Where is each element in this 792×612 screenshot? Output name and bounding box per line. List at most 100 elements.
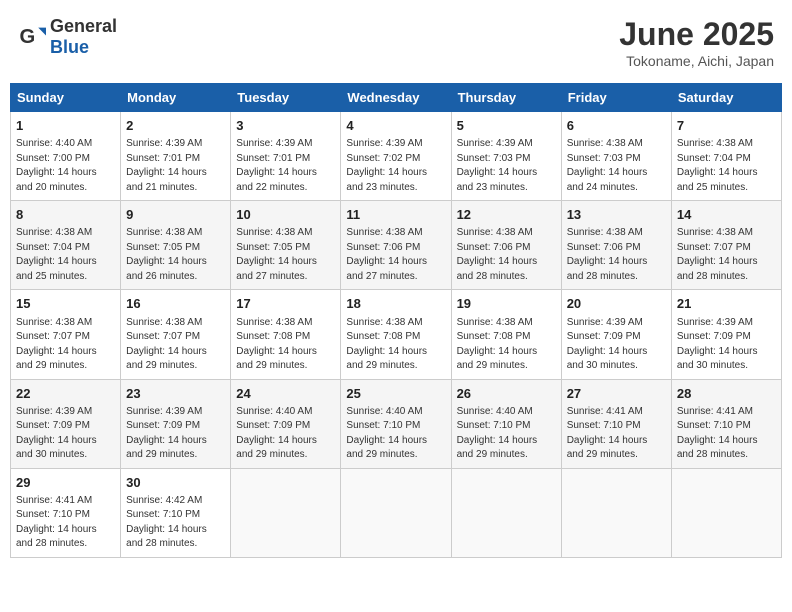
- calendar-cell: 5Sunrise: 4:39 AMSunset: 7:03 PMDaylight…: [451, 112, 561, 201]
- title-area: June 2025 Tokoname, Aichi, Japan: [619, 16, 774, 69]
- day-info: Sunrise: 4:39 AMSunset: 7:09 PMDaylight:…: [126, 405, 225, 463]
- logo-general: General: [50, 16, 117, 36]
- day-number: 22: [16, 385, 115, 403]
- calendar-title: June 2025: [619, 16, 774, 53]
- header: G General Blue June 2025 Tokoname, Aichi…: [10, 10, 782, 75]
- day-number: 10: [236, 206, 335, 224]
- day-number: 21: [677, 295, 776, 313]
- calendar-cell: 4 Sunrise: 4:39 AMSunset: 7:02 PMDaylight…: [341, 112, 451, 201]
- day-info: Sunrise: 4:42 AMSunset: 7:10 PMDaylight:…: [126, 494, 225, 552]
- calendar-cell: 21Sunrise: 4:39 AMSunset: 7:09 PMDayligh…: [671, 290, 781, 379]
- day-info: Sunrise: 4:38 AMSunset: 7:05 PMDaylight:…: [126, 226, 225, 284]
- day-info: Sunrise: 4:39 AMSunset: 7:09 PMDaylight:…: [567, 316, 666, 374]
- week-row-2: 8 Sunrise: 4:38 AMSunset: 7:04 PMDaylight…: [11, 201, 782, 290]
- day-number: 20: [567, 295, 666, 313]
- calendar-cell: 30 Sunrise: 4:42 AMSunset: 7:10 PMDayligh…: [121, 468, 231, 557]
- day-number: 12: [457, 206, 556, 224]
- calendar-cell: 19 Sunrise: 4:38 AMSunset: 7:08 PMDayligh…: [451, 290, 561, 379]
- day-info: Sunrise: 4:38 AMSunset: 7:07 PMDaylight:…: [16, 316, 115, 374]
- weekday-tuesday: Tuesday: [231, 84, 341, 112]
- day-info: Sunrise: 4:39 AMSunset: 7:01 PMDaylight:…: [126, 137, 225, 195]
- day-number: 19: [457, 295, 556, 313]
- week-row-5: 29 Sunrise: 4:41 AMSunset: 7:10 PMDayligh…: [11, 468, 782, 557]
- calendar-cell: [451, 468, 561, 557]
- day-info: Sunrise: 4:38 AMSunset: 7:06 PMDaylight:…: [567, 226, 666, 284]
- calendar-cell: 29 Sunrise: 4:41 AMSunset: 7:10 PMDayligh…: [11, 468, 121, 557]
- day-number: 13: [567, 206, 666, 224]
- calendar-cell: 7 Sunrise: 4:38 AMSunset: 7:04 PMDaylight…: [671, 112, 781, 201]
- day-info: Sunrise: 4:38 AMSunset: 7:06 PMDaylight:…: [457, 226, 556, 284]
- day-info: Sunrise: 4:38 AMSunset: 7:08 PMDaylight:…: [236, 316, 335, 374]
- day-number: 8: [16, 206, 115, 224]
- calendar-cell: 1 Sunrise: 4:40 AMSunset: 7:00 PMDaylight…: [11, 112, 121, 201]
- day-info: Sunrise: 4:41 AMSunset: 7:10 PMDaylight:…: [567, 405, 666, 463]
- calendar-table: SundayMondayTuesdayWednesdayThursdayFrid…: [10, 83, 782, 558]
- day-info: Sunrise: 4:39 AMSunset: 7:09 PMDaylight:…: [16, 405, 115, 463]
- day-number: 14: [677, 206, 776, 224]
- day-info: Sunrise: 4:40 AMSunset: 7:09 PMDaylight:…: [236, 405, 335, 463]
- day-number: 26: [457, 385, 556, 403]
- svg-text:G: G: [20, 26, 36, 48]
- calendar-subtitle: Tokoname, Aichi, Japan: [619, 53, 774, 69]
- day-info: Sunrise: 4:40 AMSunset: 7:10 PMDaylight:…: [346, 405, 445, 463]
- day-info: Sunrise: 4:38 AMSunset: 7:04 PMDaylight:…: [16, 226, 115, 284]
- calendar-cell: 13 Sunrise: 4:38 AMSunset: 7:06 PMDayligh…: [561, 201, 671, 290]
- calendar-cell: 22 Sunrise: 4:39 AMSunset: 7:09 PMDayligh…: [11, 379, 121, 468]
- day-number: 1: [16, 117, 115, 135]
- logo-text: General Blue: [50, 16, 117, 58]
- day-number: 9: [126, 206, 225, 224]
- calendar-cell: 16 Sunrise: 4:38 AMSunset: 7:07 PMDayligh…: [121, 290, 231, 379]
- calendar-cell: 25Sunrise: 4:40 AMSunset: 7:10 PMDayligh…: [341, 379, 451, 468]
- day-info: Sunrise: 4:39 AMSunset: 7:01 PMDaylight:…: [236, 137, 335, 195]
- calendar-cell: 27 Sunrise: 4:41 AMSunset: 7:10 PMDayligh…: [561, 379, 671, 468]
- day-number: 3: [236, 117, 335, 135]
- week-row-1: 1 Sunrise: 4:40 AMSunset: 7:00 PMDaylight…: [11, 112, 782, 201]
- day-number: 6: [567, 117, 666, 135]
- day-info: Sunrise: 4:41 AMSunset: 7:10 PMDaylight:…: [677, 405, 776, 463]
- week-row-4: 22 Sunrise: 4:39 AMSunset: 7:09 PMDayligh…: [11, 379, 782, 468]
- calendar-cell: 11 Sunrise: 4:38 AMSunset: 7:06 PMDayligh…: [341, 201, 451, 290]
- calendar-cell: 10Sunrise: 4:38 AMSunset: 7:05 PMDayligh…: [231, 201, 341, 290]
- calendar-cell: 17 Sunrise: 4:38 AMSunset: 7:08 PMDayligh…: [231, 290, 341, 379]
- day-number: 28: [677, 385, 776, 403]
- calendar-cell: 8 Sunrise: 4:38 AMSunset: 7:04 PMDaylight…: [11, 201, 121, 290]
- day-number: 4: [346, 117, 445, 135]
- calendar-cell: 6 Sunrise: 4:38 AMSunset: 7:03 PMDaylight…: [561, 112, 671, 201]
- day-number: 27: [567, 385, 666, 403]
- day-info: Sunrise: 4:38 AMSunset: 7:07 PMDaylight:…: [126, 316, 225, 374]
- day-info: Sunrise: 4:38 AMSunset: 7:07 PMDaylight:…: [677, 226, 776, 284]
- calendar-cell: 14 Sunrise: 4:38 AMSunset: 7:07 PMDayligh…: [671, 201, 781, 290]
- day-number: 15: [16, 295, 115, 313]
- calendar-cell: 18Sunrise: 4:38 AMSunset: 7:08 PMDayligh…: [341, 290, 451, 379]
- day-number: 7: [677, 117, 776, 135]
- day-number: 29: [16, 474, 115, 492]
- day-info: Sunrise: 4:38 AMSunset: 7:06 PMDaylight:…: [346, 226, 445, 284]
- weekday-friday: Friday: [561, 84, 671, 112]
- calendar-cell: 12 Sunrise: 4:38 AMSunset: 7:06 PMDayligh…: [451, 201, 561, 290]
- calendar-cell: [341, 468, 451, 557]
- day-info: Sunrise: 4:38 AMSunset: 7:03 PMDaylight:…: [567, 137, 666, 195]
- calendar-cell: [231, 468, 341, 557]
- logo-blue: Blue: [50, 37, 89, 57]
- weekday-monday: Monday: [121, 84, 231, 112]
- day-number: 2: [126, 117, 225, 135]
- day-number: 16: [126, 295, 225, 313]
- day-number: 23: [126, 385, 225, 403]
- weekday-thursday: Thursday: [451, 84, 561, 112]
- day-info: Sunrise: 4:41 AMSunset: 7:10 PMDaylight:…: [16, 494, 115, 552]
- weekday-wednesday: Wednesday: [341, 84, 451, 112]
- day-number: 5: [457, 117, 556, 135]
- weekday-saturday: Saturday: [671, 84, 781, 112]
- calendar-cell: 20 Sunrise: 4:39 AMSunset: 7:09 PMDayligh…: [561, 290, 671, 379]
- day-number: 17: [236, 295, 335, 313]
- day-info: Sunrise: 4:38 AMSunset: 7:04 PMDaylight:…: [677, 137, 776, 195]
- calendar-cell: 23 Sunrise: 4:39 AMSunset: 7:09 PMDayligh…: [121, 379, 231, 468]
- day-info: Sunrise: 4:40 AMSunset: 7:00 PMDaylight:…: [16, 137, 115, 195]
- day-info: Sunrise: 4:39 AMSunset: 7:02 PMDaylight:…: [346, 137, 445, 195]
- day-info: Sunrise: 4:38 AMSunset: 7:08 PMDaylight:…: [457, 316, 556, 374]
- day-number: 11: [346, 206, 445, 224]
- calendar-cell: 28 Sunrise: 4:41 AMSunset: 7:10 PMDayligh…: [671, 379, 781, 468]
- day-number: 30: [126, 474, 225, 492]
- calendar-cell: [671, 468, 781, 557]
- calendar-cell: 2 Sunrise: 4:39 AMSunset: 7:01 PMDaylight…: [121, 112, 231, 201]
